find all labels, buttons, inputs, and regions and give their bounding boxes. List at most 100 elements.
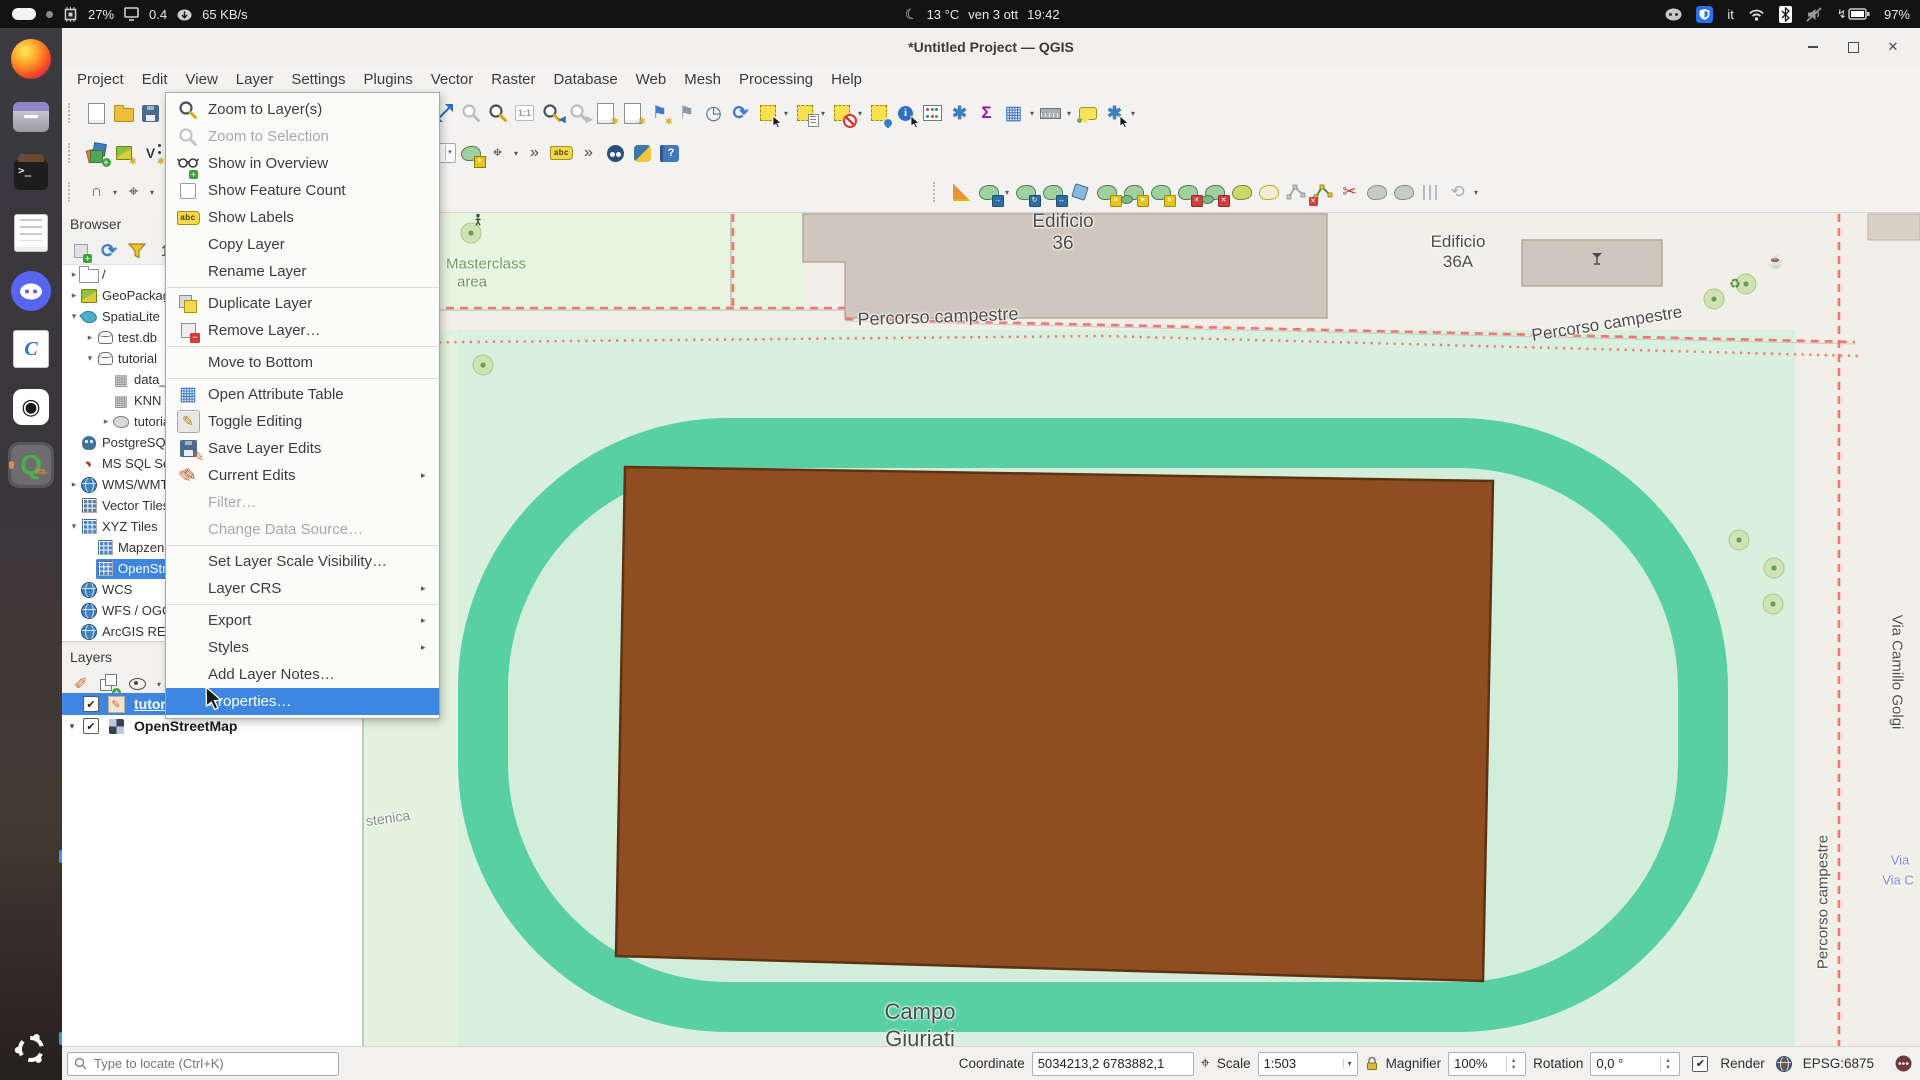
magnifier-spinbox[interactable]: 100% ▴▾ <box>1448 1052 1526 1076</box>
locator-input[interactable] <box>92 1055 332 1072</box>
reverse-line-caret[interactable]: ▾ <box>1471 188 1481 197</box>
save-project-button[interactable] <box>137 100 164 127</box>
menu-project[interactable]: Project <box>68 69 133 90</box>
bitwarden-tray-icon[interactable] <box>1696 6 1713 23</box>
identify-features-button[interactable]: i <box>892 100 919 127</box>
measure-button[interactable] <box>1037 100 1064 127</box>
zoom-native-button[interactable]: 1:1 <box>511 100 538 127</box>
menu-database[interactable]: Database <box>544 69 626 90</box>
new-map-view-button[interactable]: ✶ <box>592 100 619 127</box>
dock-document-viewer-icon[interactable]: C <box>8 326 54 372</box>
advanced-digitizing-caret[interactable]: ▾ <box>147 188 157 197</box>
ctx-copy-layer[interactable]: Copy Layer <box>166 231 439 258</box>
minimize-button[interactable] <box>1802 36 1824 58</box>
menu-raster[interactable]: Raster <box>482 69 544 90</box>
stretch-feature-button[interactable]: ↔ <box>1039 179 1066 206</box>
open-project-button[interactable] <box>110 100 137 127</box>
new-shapefile-layer-button[interactable]: ✶ <box>457 140 484 167</box>
refresh-map-button[interactable]: ⟳ <box>727 100 754 127</box>
zoom-in-button[interactable] <box>457 100 484 127</box>
scale-caret-icon[interactable]: ▾ <box>1343 1059 1352 1068</box>
select-by-value-caret[interactable]: ▾ <box>818 109 828 118</box>
reverse-line-button[interactable]: ⟲ <box>1444 179 1471 206</box>
dock-firefox-icon[interactable] <box>8 36 54 82</box>
fill-ring-button[interactable] <box>1228 179 1255 206</box>
copy-move-point-button[interactable] <box>1066 179 1093 206</box>
temporal-controller-button[interactable]: ◷ <box>700 100 727 127</box>
dock-terminal-icon[interactable]: >_ <box>8 152 54 198</box>
advanced-digitizing-button[interactable]: ⌖ <box>120 179 147 206</box>
data-source-manager-button[interactable]: + <box>83 140 110 167</box>
new-virtual-layer-button[interactable]: V✶ <box>137 140 164 167</box>
trim-extend-button[interactable]: ✂ <box>1336 179 1363 206</box>
ctx-export[interactable]: Export▸ <box>166 607 439 634</box>
snapping-options-caret[interactable]: ▾ <box>110 188 120 197</box>
scale-lock-icon[interactable] <box>1365 1056 1379 1071</box>
toolbar-overflow-2-button[interactable]: » <box>575 140 602 167</box>
vertex-tool-button[interactable]: ✕ <box>1309 179 1336 206</box>
clock-menu[interactable]: ☾ 13 °C ven 3 ott 19:42 <box>905 6 1060 23</box>
ctx-rename-layer[interactable]: Rename Layer <box>166 258 439 285</box>
menu-processing[interactable]: Processing <box>730 69 822 90</box>
offset-curve-button[interactable] <box>1255 179 1282 206</box>
processing-toolbox-button[interactable]: ✱ <box>946 100 973 127</box>
add-ring-button[interactable]: ✶ <box>1147 179 1174 206</box>
ctx-open-attribute-table[interactable]: ▦Open Attribute Table <box>166 381 439 408</box>
layer-labeling-button[interactable]: abc <box>548 140 575 167</box>
system-tray[interactable]: it ↯ 97% <box>1665 6 1920 23</box>
deselect-features-caret[interactable]: ▾ <box>855 109 865 118</box>
deselect-features-button[interactable] <box>828 100 855 127</box>
statistics-panel-button[interactable]: Σ <box>973 100 1000 127</box>
ctx-show-feature-count[interactable]: Show Feature Count <box>166 177 439 204</box>
close-button[interactable]: ✕ <box>1882 36 1904 58</box>
zoom-next-button[interactable]: ▸ <box>565 100 592 127</box>
messages-icon[interactable] <box>1895 1055 1912 1072</box>
refresh-browser-button[interactable]: ⟳ <box>98 240 120 262</box>
select-features-caret[interactable]: ▾ <box>781 109 791 118</box>
merge-features-button[interactable] <box>1363 179 1390 206</box>
open-layer-styling-button[interactable]: ✐ <box>70 673 92 695</box>
render-checkbox[interactable]: ✔ <box>1692 1056 1708 1072</box>
simplify-feature-button[interactable]: ✶ <box>1093 179 1120 206</box>
layer-visibility-checkbox[interactable]: ✔ <box>83 718 99 734</box>
split-features-button[interactable] <box>1282 179 1309 206</box>
extent-icon[interactable]: ⌖ <box>1201 1055 1210 1073</box>
move-feature-button[interactable]: → <box>975 179 1002 206</box>
help-contents-button[interactable]: ? <box>656 140 683 167</box>
ctx-move-to-bottom[interactable]: Move to Bottom <box>166 349 439 376</box>
cad-construction-button[interactable] <box>948 179 975 206</box>
dock-text-editor-icon[interactable] <box>8 210 54 256</box>
move-feature-caret[interactable]: ▾ <box>1002 188 1012 197</box>
field-calculator-button[interactable] <box>919 100 946 127</box>
map-tips-button[interactable] <box>1074 100 1101 127</box>
measure-caret[interactable]: ▾ <box>1064 109 1074 118</box>
ctx-remove-layer[interactable]: −Remove Layer… <box>166 317 439 344</box>
rotate-point-symbols-button[interactable] <box>1390 179 1417 206</box>
metasearch-button[interactable] <box>602 140 629 167</box>
dock-file-manager-icon[interactable] <box>8 94 54 140</box>
ctx-duplicate-layer[interactable]: Duplicate Layer <box>166 290 439 317</box>
add-part-button[interactable]: ✶ <box>1120 179 1147 206</box>
dock-qgis-icon[interactable]: Q✎ <box>8 442 54 488</box>
map-canvas[interactable]: Edificio36Edificio36APercorso campestreP… <box>362 212 1920 1047</box>
vertex-tool-combo-button[interactable]: ⌖ <box>484 140 511 167</box>
magnifier-spin-arrows[interactable]: ▴▾ <box>1506 1057 1520 1071</box>
ctx-zoom-to-layer-s[interactable]: Zoom to Layer(s) <box>166 96 439 123</box>
ctx-set-layer-scale-visibility[interactable]: Set Layer Scale Visibility… <box>166 548 439 575</box>
rotate-feature-button[interactable]: ↻ <box>1012 179 1039 206</box>
python-console-button[interactable] <box>629 140 656 167</box>
menu-layer[interactable]: Layer <box>227 69 283 90</box>
snapping-options-button[interactable]: ∩ <box>83 179 110 206</box>
title-bar[interactable]: *Untitled Project — QGIS ✕ <box>62 28 1920 67</box>
zoom-tool-button[interactable] <box>484 100 511 127</box>
add-selected-layers-button[interactable]: + <box>70 240 92 262</box>
show-bookmarks-button[interactable]: ⚑ <box>673 100 700 127</box>
run-feature-action-caret[interactable]: ▾ <box>1128 109 1138 118</box>
zoom-last-button[interactable]: ◂ <box>538 100 565 127</box>
delete-ring-button[interactable]: ✕ <box>1174 179 1201 206</box>
attribute-table-button[interactable]: ▦ <box>1000 100 1027 127</box>
select-features-button[interactable] <box>754 100 781 127</box>
rotation-spin-arrows[interactable]: ▴▾ <box>1660 1057 1674 1071</box>
workspace-dot[interactable] <box>46 11 53 18</box>
ctx-show-labels[interactable]: abcShow Labels <box>166 204 439 231</box>
